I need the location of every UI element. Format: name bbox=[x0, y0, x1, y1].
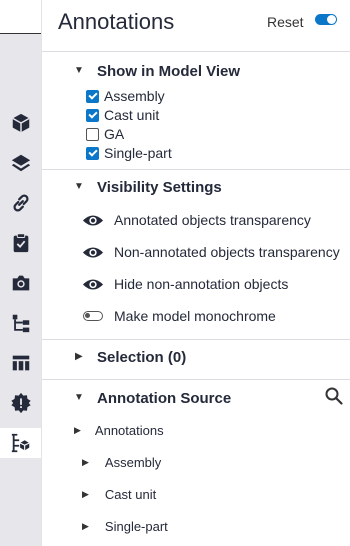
checkbox-label: Assembly bbox=[104, 88, 165, 104]
checkbox-single-part[interactable]: Single-part bbox=[86, 144, 172, 162]
search-icon[interactable] bbox=[324, 386, 344, 406]
layers-icon[interactable] bbox=[7, 149, 35, 177]
section-title: Visibility Settings bbox=[97, 178, 222, 196]
section-title: Annotation Source bbox=[97, 389, 232, 407]
visibility-label: Hide non-annotation objects bbox=[114, 276, 289, 292]
eye-icon bbox=[82, 276, 104, 292]
tree-item-assembly[interactable]: ▶ Assembly bbox=[82, 452, 161, 472]
section-selection[interactable]: ▶ Selection (0) bbox=[42, 345, 350, 369]
checkbox-checked-icon bbox=[86, 89, 99, 103]
divider bbox=[42, 379, 350, 380]
tree-item-label: Single-part bbox=[104, 518, 168, 534]
caret-right-icon: ▶ bbox=[82, 489, 89, 499]
rail-top-divider bbox=[0, 33, 41, 34]
visibility-non-annotated-transparency[interactable]: Non-annotated objects transparency bbox=[82, 241, 340, 263]
section-visibility-settings[interactable]: ▼ Visibility Settings bbox=[42, 175, 350, 199]
tree-item-label: Cast unit bbox=[104, 486, 157, 502]
checkbox-assembly[interactable]: Assembly bbox=[86, 87, 165, 105]
caret-down-icon: ▼ bbox=[74, 181, 84, 192]
visibility-label: Make model monochrome bbox=[114, 308, 276, 324]
annotations-panel: Annotations Reset ▼ Show in Model View A… bbox=[41, 0, 350, 546]
section-title: Show in Model View bbox=[97, 62, 241, 80]
tree-item-single-part[interactable]: ▶ Single-part bbox=[82, 516, 168, 536]
alert-gear-icon[interactable] bbox=[7, 389, 35, 417]
checkbox-checked-icon bbox=[86, 108, 99, 122]
checkbox-unchecked-icon bbox=[86, 127, 99, 141]
camera-icon[interactable] bbox=[7, 269, 35, 297]
caret-down-icon: ▼ bbox=[74, 392, 84, 403]
checkbox-label: Cast unit bbox=[104, 107, 160, 123]
hierarchy-icon[interactable] bbox=[7, 309, 35, 337]
table-icon[interactable] bbox=[7, 349, 35, 377]
section-show-in-model-view[interactable]: ▼ Show in Model View bbox=[42, 59, 350, 83]
divider bbox=[42, 339, 350, 340]
eye-icon bbox=[82, 244, 104, 260]
checkbox-ga[interactable]: GA bbox=[86, 125, 124, 143]
left-rail bbox=[0, 0, 41, 546]
panel-title: Annotations bbox=[58, 9, 175, 34]
caret-down-icon: ▼ bbox=[74, 65, 84, 76]
caret-right-icon: ▶ bbox=[82, 521, 89, 531]
visibility-annotated-transparency[interactable]: Annotated objects transparency bbox=[82, 209, 311, 231]
checkbox-cast-unit[interactable]: Cast unit bbox=[86, 106, 159, 124]
rail-top-blank bbox=[0, 0, 41, 33]
caret-right-icon: ▶ bbox=[82, 457, 89, 467]
reset-button[interactable]: Reset bbox=[267, 14, 304, 30]
caret-right-icon: ▶ bbox=[74, 425, 81, 435]
checkbox-label: GA bbox=[104, 126, 125, 142]
eye-icon bbox=[82, 212, 104, 228]
divider bbox=[42, 169, 350, 170]
section-annotation-source[interactable]: ▼ Annotation Source bbox=[42, 386, 350, 410]
checkbox-label: Single-part bbox=[104, 145, 172, 161]
tree-item-label: Annotations bbox=[94, 422, 164, 438]
tree-item-cast-unit[interactable]: ▶ Cast unit bbox=[82, 484, 156, 504]
visibility-hide-non-annotation[interactable]: Hide non-annotation objects bbox=[82, 273, 288, 295]
section-title: Selection (0) bbox=[97, 348, 187, 366]
visibility-label: Non-annotated objects transparency bbox=[114, 244, 340, 260]
visibility-monochrome[interactable]: Make model monochrome bbox=[82, 305, 276, 327]
toggle-off-icon bbox=[82, 308, 104, 324]
tree-item-label: Assembly bbox=[104, 454, 162, 470]
annotation-tree-icon[interactable] bbox=[0, 428, 41, 458]
checkbox-checked-icon bbox=[86, 146, 99, 160]
cube-icon[interactable] bbox=[7, 109, 35, 137]
divider bbox=[42, 51, 350, 52]
visibility-label: Annotated objects transparency bbox=[114, 212, 311, 228]
clipboard-check-icon[interactable] bbox=[7, 229, 35, 257]
link-icon[interactable] bbox=[7, 189, 35, 217]
tree-item-annotations[interactable]: ▶ Annotations bbox=[74, 420, 164, 440]
annotations-toggle[interactable] bbox=[315, 14, 337, 25]
caret-right-icon: ▶ bbox=[75, 351, 83, 362]
